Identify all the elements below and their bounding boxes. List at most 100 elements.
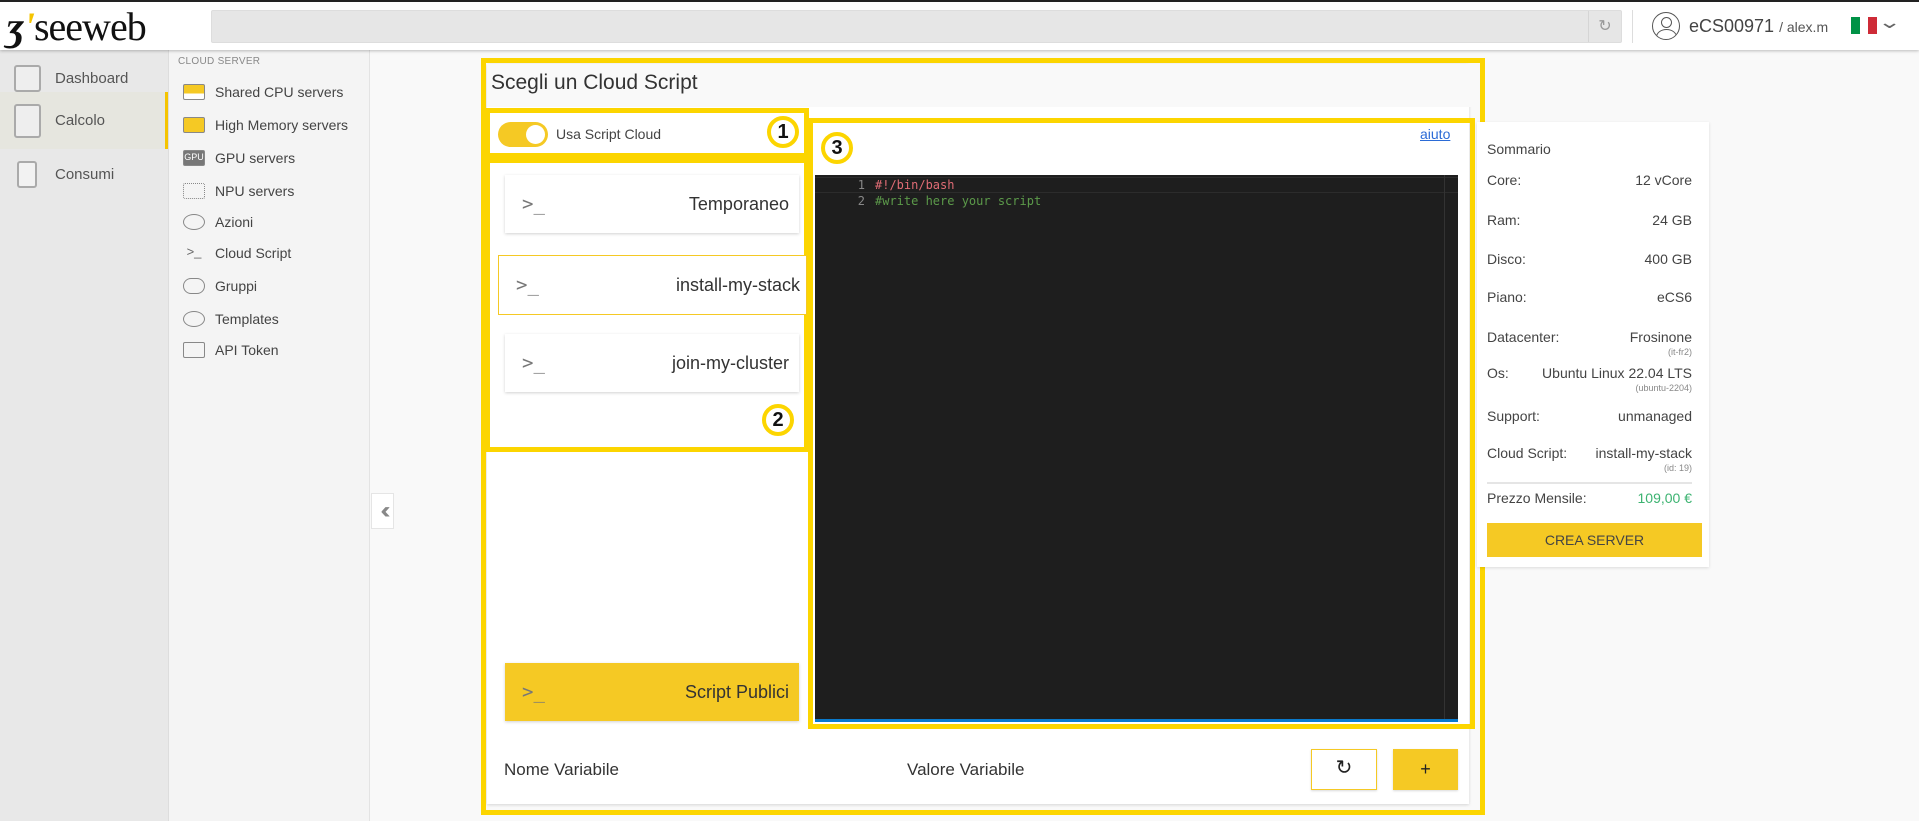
script-name: install-my-stack — [675, 274, 800, 295]
create-server-button[interactable]: CREA SERVER — [1487, 523, 1702, 557]
summary-title: Sommario — [1487, 141, 1551, 157]
summary-row-cloud-script: Cloud Script: install-my-stack (id: 19) — [1487, 445, 1692, 473]
script-name: Temporaneo — [688, 193, 789, 214]
document-icon — [17, 160, 37, 188]
summary-row-disco: Disco: 400 GB — [1487, 251, 1692, 267]
subnav-item-shared-cpu[interactable]: Shared CPU servers — [183, 82, 343, 102]
sidebar-item-label: Dashboard — [55, 69, 129, 87]
editor-scrollbar[interactable] — [1444, 175, 1458, 719]
summary-row-datacenter: Datacenter: Frosinone (it-fr2) — [1487, 329, 1692, 357]
npu-icon — [183, 183, 205, 199]
subnav-item-label: Cloud Script — [215, 245, 292, 261]
sidebar-item-consumi[interactable]: Consumi — [0, 146, 168, 202]
row-label: Os: — [1487, 365, 1509, 381]
public-scripts-button[interactable]: >_ Script Publici — [505, 663, 799, 721]
summary-row-core: Core: 12 vCore — [1487, 172, 1692, 188]
row-value: 24 GB — [1652, 212, 1692, 228]
variable-name-header: Nome Variabile — [504, 760, 619, 779]
memory-icon — [183, 117, 205, 133]
price-label: Prezzo Mensile: — [1487, 490, 1587, 506]
reset-variables-button[interactable]: ↻ — [1311, 749, 1377, 790]
subnav-item-label: High Memory servers — [215, 117, 349, 133]
subnav-item-cloud-script[interactable]: >_ Cloud Script — [183, 243, 292, 263]
collapse-sidebar-button[interactable]: ‹‹ — [371, 493, 394, 529]
subnav-item-npu[interactable]: NPU servers — [183, 181, 294, 201]
code-text: #write here your script — [875, 194, 1042, 208]
subnav-item-gpu[interactable]: GPU GPU servers — [183, 148, 295, 168]
code-text: #!/bin/bash — [875, 178, 955, 192]
subnav-item-templates[interactable]: Templates — [183, 309, 279, 329]
use-cloud-script-toggle[interactable] — [498, 122, 548, 147]
user-avatar-icon[interactable] — [1652, 12, 1680, 40]
subnav-item-label: Azioni — [215, 214, 254, 230]
sidebar-item-label: Calcolo — [55, 112, 106, 129]
subnav-item-label: Gruppi — [215, 278, 258, 294]
row-label: Cloud Script: — [1487, 445, 1568, 461]
script-card-join-my-cluster[interactable]: >_ join-my-cluster — [505, 334, 799, 392]
price-value: 109,00 € — [1637, 490, 1693, 506]
row-label: Core: — [1487, 172, 1522, 188]
variable-value-header: Valore Variabile — [907, 760, 1025, 779]
server-icon — [14, 103, 41, 138]
chip-icon — [183, 84, 205, 100]
top-bar: ʒ'seeweb ↻ eCS00971 / alex.m ⌄ — [0, 0, 1919, 50]
summary-card: Sommario Core: 12 vCore Ram: 24 GB Disco: 4… — [1477, 122, 1709, 567]
summary-row-price: Prezzo Mensile: 109,00 € — [1487, 482, 1692, 512]
summary-row-os: Os: Ubuntu Linux 22.04 LTS (ubuntu-2204) — [1487, 365, 1692, 393]
script-card-install-my-stack[interactable]: >_ install-my-stack — [498, 255, 807, 315]
seeweb-logo[interactable]: ʒ'seeweb — [6, 7, 147, 47]
summary-row-piano: Piano: eCS6 — [1487, 289, 1692, 305]
actions-icon — [183, 214, 205, 230]
add-variable-button[interactable]: + — [1393, 749, 1458, 790]
chevron-down-icon[interactable]: ⌄ — [1877, 12, 1901, 33]
row-value: eCS6 — [1656, 289, 1692, 305]
italy-flag-icon[interactable] — [1851, 17, 1878, 34]
account-label[interactable]: eCS00971 / alex.m — [1689, 16, 1828, 37]
subnav-item-azioni[interactable]: Azioni — [183, 212, 253, 232]
row-value: 400 GB — [1644, 251, 1692, 267]
editor-line: 1 #!/bin/bash — [815, 177, 1458, 193]
gpu-icon: GPU — [183, 150, 205, 166]
row-value: Frosinone — [1629, 329, 1692, 345]
subnav-item-label: API Token — [215, 342, 279, 358]
section-title: CLOUD SERVER — [178, 56, 261, 67]
subnav-item-gruppi[interactable]: Gruppi — [183, 276, 257, 296]
row-value: 12 vCore — [1635, 172, 1692, 188]
subnav-item-label: Templates — [215, 311, 279, 327]
account-id: eCS00971 — [1689, 16, 1775, 36]
sidebar-item-calcolo[interactable]: Calcolo — [0, 92, 168, 149]
terminal-icon: >_ — [516, 274, 539, 296]
public-scripts-label: Script Publici — [684, 681, 789, 702]
page-title: Scegli un Cloud Script — [491, 71, 698, 94]
row-label: Ram: — [1487, 212, 1521, 228]
step-badge-1: 1 — [767, 116, 799, 148]
line-number: 1 — [857, 178, 865, 192]
refresh-icon[interactable]: ↻ — [1588, 11, 1621, 42]
row-value: unmanaged — [1618, 408, 1692, 424]
row-subvalue: (it-fr2) — [1668, 347, 1692, 357]
subnav-item-high-memory[interactable]: High Memory servers — [183, 115, 348, 135]
api-token-icon — [183, 342, 205, 358]
logo-text: seeweb — [33, 4, 147, 49]
divider — [1632, 10, 1633, 43]
cloud-server-subnav: CLOUD SERVER Shared CPU servers High Mem… — [168, 50, 370, 821]
dashboard-icon — [14, 64, 41, 92]
sidebar-item-label: Consumi — [55, 165, 115, 183]
row-label: Piano: — [1487, 289, 1527, 305]
template-icon — [183, 311, 205, 327]
terminal-icon: >_ — [522, 681, 545, 703]
script-card-temporaneo[interactable]: >_ Temporaneo — [505, 175, 799, 233]
row-value: install-my-stack — [1595, 445, 1692, 461]
subnav-item-label: NPU servers — [215, 183, 295, 199]
group-icon — [183, 278, 205, 294]
row-subvalue: (ubuntu-2204) — [1635, 383, 1692, 393]
summary-row-support: Support: unmanaged — [1487, 408, 1692, 424]
help-link[interactable]: aiuto — [1420, 126, 1450, 142]
terminal-icon: >_ — [522, 352, 545, 374]
search-input[interactable]: ↻ — [211, 10, 1622, 43]
toggle-label: Usa Script Cloud — [556, 126, 662, 142]
subnav-item-api-token[interactable]: API Token — [183, 340, 279, 360]
script-editor[interactable]: 1 #!/bin/bash 2 #write here your script — [815, 175, 1458, 722]
subnav-item-label: GPU servers — [215, 150, 296, 166]
username: / alex.m — [1779, 19, 1829, 35]
